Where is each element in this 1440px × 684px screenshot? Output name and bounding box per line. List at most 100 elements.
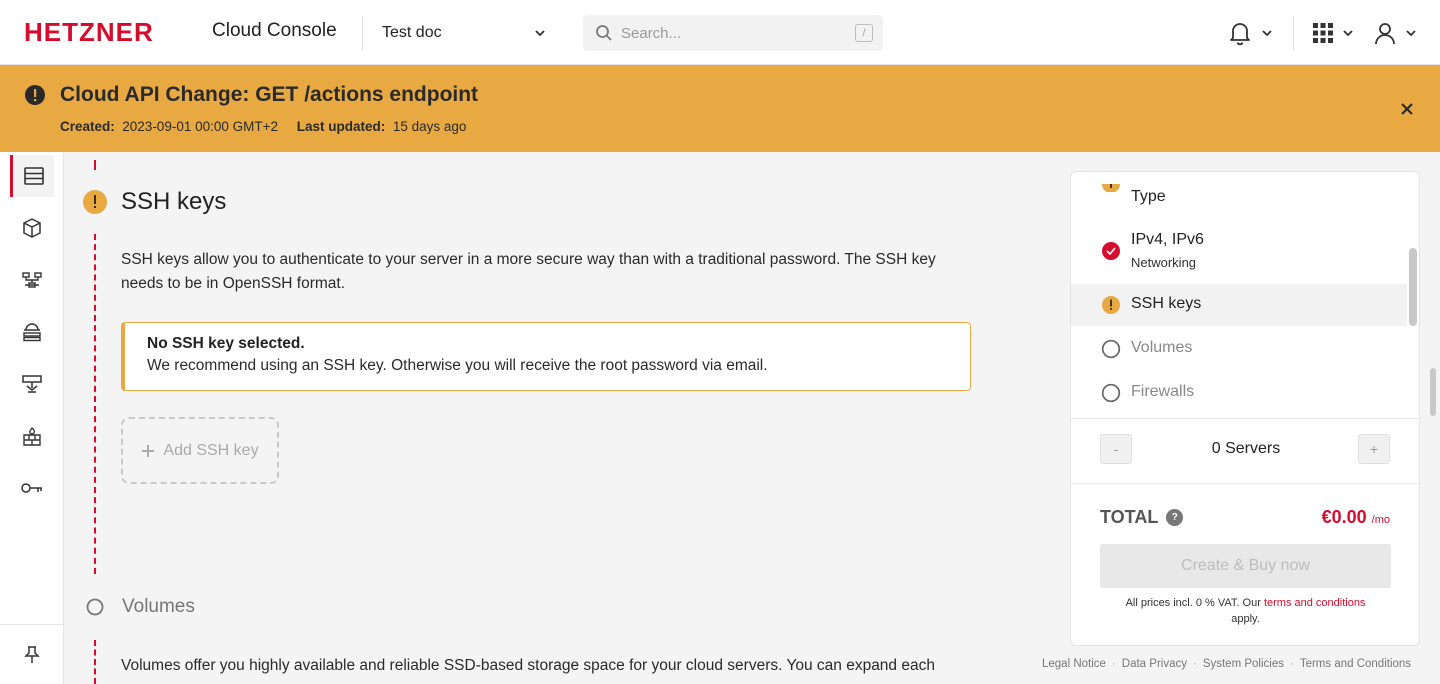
network-icon bbox=[22, 272, 42, 288]
hetzner-logo[interactable]: HETZNER bbox=[24, 21, 198, 43]
panel-divider bbox=[1071, 483, 1421, 484]
sidebar-item-load-balancers[interactable] bbox=[10, 311, 54, 353]
price-value: €0.00 bbox=[1321, 507, 1367, 527]
chevron-down-icon bbox=[1343, 30, 1353, 37]
banner-meta: Created: 2023-09-01 00:00 GMT+2 Last upd… bbox=[60, 119, 466, 134]
key-icon bbox=[21, 483, 42, 493]
footer-link-legal-notice[interactable]: Legal Notice bbox=[1042, 658, 1106, 670]
ip-icon bbox=[22, 375, 42, 393]
chevron-down-icon bbox=[1262, 30, 1272, 37]
load-balancer-icon bbox=[23, 323, 41, 342]
vat-suffix: apply. bbox=[1231, 613, 1260, 625]
footer-separator: · bbox=[1192, 658, 1197, 670]
panel-scrollbar[interactable] bbox=[1409, 248, 1417, 326]
chevron-down-icon bbox=[535, 30, 545, 37]
summary-step-volumes[interactable]: Volumes bbox=[1071, 328, 1407, 370]
header-divider bbox=[1293, 16, 1294, 50]
grid-icon bbox=[1313, 23, 1333, 43]
ssh-description: SSH keys allow you to authenticate to yo… bbox=[121, 251, 936, 292]
sidebar bbox=[0, 152, 64, 684]
sidebar-item-networks[interactable] bbox=[10, 259, 54, 301]
sidebar-divider bbox=[0, 624, 64, 625]
radio-empty-icon bbox=[1101, 383, 1121, 403]
updated-label: Last updated: bbox=[296, 119, 386, 134]
apps-menu-button[interactable] bbox=[1312, 16, 1354, 50]
created-label: Created: bbox=[60, 119, 115, 134]
add-ssh-key-label: Add SSH key bbox=[163, 441, 259, 459]
footer-separator: · bbox=[1111, 658, 1116, 670]
step-label: Type bbox=[1131, 188, 1166, 205]
search-shortcut-hint: / bbox=[855, 24, 873, 42]
warning-icon bbox=[1102, 184, 1120, 192]
sidebar-pin-button[interactable] bbox=[10, 634, 54, 676]
volumes-description: Volumes offer you highly available and r… bbox=[121, 657, 935, 674]
banner-title[interactable]: Cloud API Change: GET /actions endpoint bbox=[60, 83, 478, 107]
sidebar-item-floating-ips[interactable] bbox=[10, 363, 54, 405]
ssh-warning-box: No SSH key selected. We recommend using … bbox=[121, 322, 971, 391]
increase-quantity-button[interactable]: + bbox=[1358, 434, 1390, 464]
summary-step-type[interactable]: Type bbox=[1071, 172, 1407, 205]
chevron-down-icon bbox=[1406, 30, 1416, 37]
terms-link[interactable]: terms and conditions bbox=[1264, 597, 1366, 609]
price-unit: /mo bbox=[1371, 514, 1390, 526]
app-title: Cloud Console bbox=[212, 20, 337, 41]
plus-icon bbox=[142, 444, 155, 457]
project-name: Test doc bbox=[382, 24, 442, 41]
section-title-volumes: Volumes bbox=[122, 596, 195, 617]
user-icon bbox=[1375, 23, 1395, 45]
create-buy-button[interactable]: Create & Buy now bbox=[1100, 544, 1391, 588]
warning-icon bbox=[83, 190, 107, 214]
search-input[interactable] bbox=[621, 21, 841, 45]
logo-text: HETZNER bbox=[24, 21, 154, 43]
check-circle-icon bbox=[1102, 242, 1120, 260]
warning-icon bbox=[1102, 296, 1120, 314]
help-icon[interactable]: ? bbox=[1166, 509, 1184, 526]
timeline-line bbox=[94, 640, 96, 684]
section-title-ssh: SSH keys bbox=[121, 188, 227, 215]
sidebar-item-volumes[interactable] bbox=[10, 207, 54, 249]
bell-icon bbox=[1230, 23, 1250, 46]
summary-step-networking[interactable]: IPv4, IPv6 Networking bbox=[1071, 222, 1407, 280]
panel-divider bbox=[1071, 418, 1421, 419]
step-label: SSH keys bbox=[1131, 295, 1202, 312]
add-ssh-key-button[interactable]: Add SSH key bbox=[121, 417, 279, 484]
updated-value: 15 days ago bbox=[392, 119, 467, 134]
footer-links: Legal Notice · Data Privacy · System Pol… bbox=[1042, 658, 1411, 670]
vat-note: All prices incl. 0 % VAT. Our terms and … bbox=[1100, 595, 1391, 627]
total-label: TOTAL bbox=[1100, 507, 1159, 527]
servers-icon bbox=[23, 167, 44, 185]
footer-separator: · bbox=[1289, 658, 1294, 670]
alert-icon bbox=[25, 85, 45, 105]
footer-link-system-policies[interactable]: System Policies bbox=[1203, 658, 1284, 670]
timeline-line bbox=[94, 160, 96, 170]
decrease-quantity-button[interactable]: - bbox=[1100, 434, 1132, 464]
timeline-line bbox=[94, 234, 96, 574]
vat-prefix: All prices incl. 0 % VAT. Our bbox=[1125, 597, 1261, 609]
summary-steps: Type IPv4, IPv6 Networking SSH keys Volu… bbox=[1071, 172, 1407, 418]
box-icon bbox=[23, 218, 41, 238]
step-label: IPv4, IPv6 bbox=[1131, 231, 1204, 248]
created-value: 2023-09-01 00:00 GMT+2 bbox=[122, 119, 279, 134]
search-bar[interactable]: / bbox=[583, 15, 883, 51]
warning-title: No SSH key selected. bbox=[147, 335, 305, 352]
footer-link-terms[interactable]: Terms and Conditions bbox=[1300, 658, 1411, 670]
summary-step-firewalls[interactable]: Firewalls bbox=[1071, 372, 1407, 414]
total-label-group: TOTAL ? bbox=[1100, 507, 1184, 528]
project-select[interactable]: Test doc bbox=[370, 16, 558, 50]
header-divider bbox=[362, 16, 363, 50]
sidebar-item-firewalls[interactable] bbox=[10, 415, 54, 457]
user-menu-button[interactable] bbox=[1373, 16, 1417, 50]
summary-step-ssh-keys[interactable]: SSH keys bbox=[1071, 284, 1407, 326]
close-icon[interactable] bbox=[1399, 101, 1415, 117]
server-quantity: 0 Servers bbox=[1211, 440, 1281, 457]
radio-empty-icon bbox=[86, 598, 104, 616]
footer-link-data-privacy[interactable]: Data Privacy bbox=[1122, 658, 1187, 670]
order-summary-panel: Type IPv4, IPv6 Networking SSH keys Volu… bbox=[1070, 171, 1421, 646]
sidebar-item-security[interactable] bbox=[10, 467, 54, 509]
page-scrollbar[interactable] bbox=[1430, 368, 1436, 416]
sidebar-item-servers[interactable] bbox=[10, 155, 54, 197]
step-label: Volumes bbox=[1131, 339, 1193, 356]
total-price: €0.00 /mo bbox=[1322, 507, 1390, 528]
top-bar: HETZNER Cloud Console Test doc / bbox=[0, 0, 1440, 65]
notifications-button[interactable] bbox=[1227, 16, 1273, 50]
